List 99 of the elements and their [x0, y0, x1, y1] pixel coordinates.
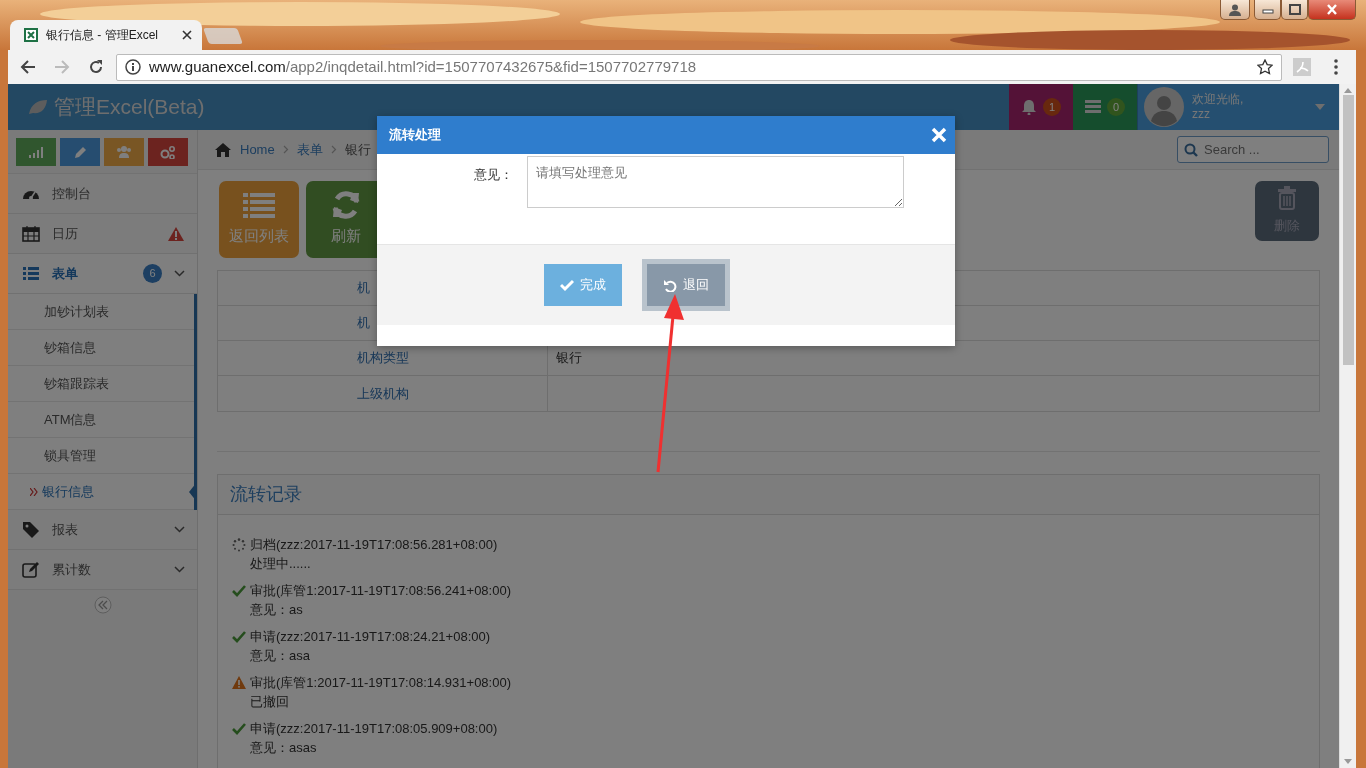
search-field[interactable]: Search ...: [1177, 136, 1329, 163]
log-entry-note: 意见：asas: [250, 739, 318, 756]
submenu-item[interactable]: 钞箱跟踪表: [8, 366, 194, 402]
notifications-button[interactable]: 1: [1009, 84, 1073, 130]
return-button[interactable]: 返回列表: [219, 181, 299, 258]
star-icon[interactable]: [1257, 59, 1273, 75]
collapse-button[interactable]: [93, 596, 112, 614]
user-name: zzz: [1192, 107, 1211, 122]
shortcut-button[interactable]: [60, 137, 100, 166]
check-icon: [232, 722, 246, 736]
maximize-button[interactable]: [1281, 0, 1308, 20]
scrollbar[interactable]: [1339, 84, 1356, 768]
double-chevron-icon: [93, 596, 112, 614]
user-menu[interactable]: 欢迎光临, zzz: [1137, 84, 1339, 130]
close-icon: [931, 127, 947, 143]
shortcut-button[interactable]: [148, 137, 188, 166]
breadcrumb-link[interactable]: Home: [240, 139, 275, 160]
check-icon: [232, 584, 246, 598]
comment-field[interactable]: 请填写处理意见: [527, 156, 904, 208]
reload-icon: [88, 59, 104, 75]
confirm-button[interactable]: 完成: [544, 264, 622, 306]
spinner-icon: [232, 538, 246, 552]
check-icon: [560, 278, 574, 292]
undo-icon: [663, 278, 677, 292]
greeting-text: 欢迎光临,: [1192, 92, 1245, 107]
list-icon: [22, 265, 40, 282]
close-button[interactable]: [1308, 0, 1356, 20]
warning-icon: [167, 225, 185, 242]
brand-name: 管理Excel(Beta): [54, 94, 205, 121]
chevron-icon: [174, 526, 185, 533]
log-entry-title: 归档(zzz:2017-11-19T17:08:56.281+08:00): [250, 536, 499, 553]
tag-icon: [22, 521, 40, 538]
log-entry-note: 处理中......: [250, 555, 312, 572]
log-entry-note: 已撤回: [250, 693, 290, 710]
log-entry-title: 申请(zzz:2017-11-19T17:08:05.909+08:00): [250, 720, 499, 737]
breadcrumb-link[interactable]: 银行: [344, 139, 371, 160]
count-badge: 6: [143, 264, 162, 283]
field-label: 上级机构: [218, 376, 548, 411]
excel-icon: [24, 28, 38, 42]
count-badge: 0: [1107, 98, 1125, 116]
refresh-icon: [331, 191, 361, 220]
field-value: 银行: [555, 349, 582, 368]
browser-tab[interactable]: 银行信息 - 管理Excel: [10, 20, 202, 50]
log-entry-title: 申请(zzz:2017-11-19T17:08:24.21+08:00): [250, 628, 492, 645]
close-icon[interactable]: [182, 30, 192, 40]
log-entry-note: 意见：asa: [250, 647, 311, 664]
minimize-button[interactable]: [1254, 0, 1281, 20]
users-icon: [116, 144, 132, 159]
submenu-item[interactable]: 加钞计划表: [8, 294, 194, 330]
gears-icon: [160, 144, 176, 159]
breadcrumb-link[interactable]: 表单: [296, 139, 323, 160]
warning-icon: [232, 676, 246, 690]
caret-icon: [1315, 104, 1325, 110]
trash-icon: [1276, 186, 1298, 211]
edit-icon: [22, 561, 40, 578]
leaf-icon: [28, 99, 48, 115]
list-icon: [243, 191, 275, 219]
dialog-title: 流转处理: [389, 126, 441, 145]
user-button[interactable]: [1220, 0, 1250, 20]
submenu-item[interactable]: 银行信息: [8, 474, 194, 510]
address-field[interactable]: www.guanexcel.com/app2/inqdetail.html?id=1507707432675&fid=1507702779718: [116, 53, 1282, 81]
tasks-icon: [1085, 100, 1101, 114]
field-label: 意见：: [473, 166, 513, 184]
shortcut-button[interactable]: [16, 137, 56, 166]
tasks-button[interactable]: 0: [1073, 84, 1137, 130]
log-entry-title: 审批(库管1:2017-11-19T17:08:14.931+08:00): [250, 674, 512, 691]
submenu-item[interactable]: 钞箱信息: [8, 330, 194, 366]
maximize-icon: [1288, 4, 1301, 15]
home-icon[interactable]: [214, 142, 232, 157]
back-icon: [20, 59, 36, 75]
close-icon: [1326, 4, 1338, 15]
chevron-icon: [174, 270, 185, 277]
check-icon: [232, 630, 246, 644]
chevron-icon: [282, 145, 289, 154]
bell-icon: [1021, 99, 1037, 115]
sidebar-item[interactable]: 表单 6: [8, 254, 197, 294]
up-arrow-icon: [1344, 88, 1352, 93]
search-icon: [1184, 143, 1198, 157]
chevron-icon: [330, 145, 337, 154]
panel-title: 流转记录: [230, 483, 302, 506]
info-icon: [125, 59, 141, 75]
chart-icon: [28, 144, 44, 159]
tab-title: 银行信息 - 管理Excel: [46, 27, 159, 44]
submenu-item[interactable]: 锁具管理: [8, 438, 194, 474]
pencil-icon: [72, 144, 88, 159]
submenu-item[interactable]: ATM信息: [8, 402, 194, 438]
menu-icon: [1334, 59, 1338, 75]
chevron-icon: [174, 566, 185, 573]
avatar: [1144, 87, 1184, 127]
double-chevron-icon: [30, 487, 38, 496]
count-badge: 1: [1043, 98, 1061, 116]
url-text: www.guanexcel.com/app2/inqdetail.html?id=1507707432675&fid=1507702779718: [149, 56, 698, 77]
down-arrow-icon: [1344, 759, 1352, 764]
log-entry-title: 审批(库管1:2017-11-19T17:08:56.241+08:00): [250, 582, 512, 599]
person-icon: [1229, 3, 1241, 16]
forward-icon: [54, 59, 70, 75]
calendar-icon: [22, 225, 40, 242]
log-entry-note: 意见：as: [250, 601, 304, 618]
document-icon: [1293, 58, 1311, 76]
